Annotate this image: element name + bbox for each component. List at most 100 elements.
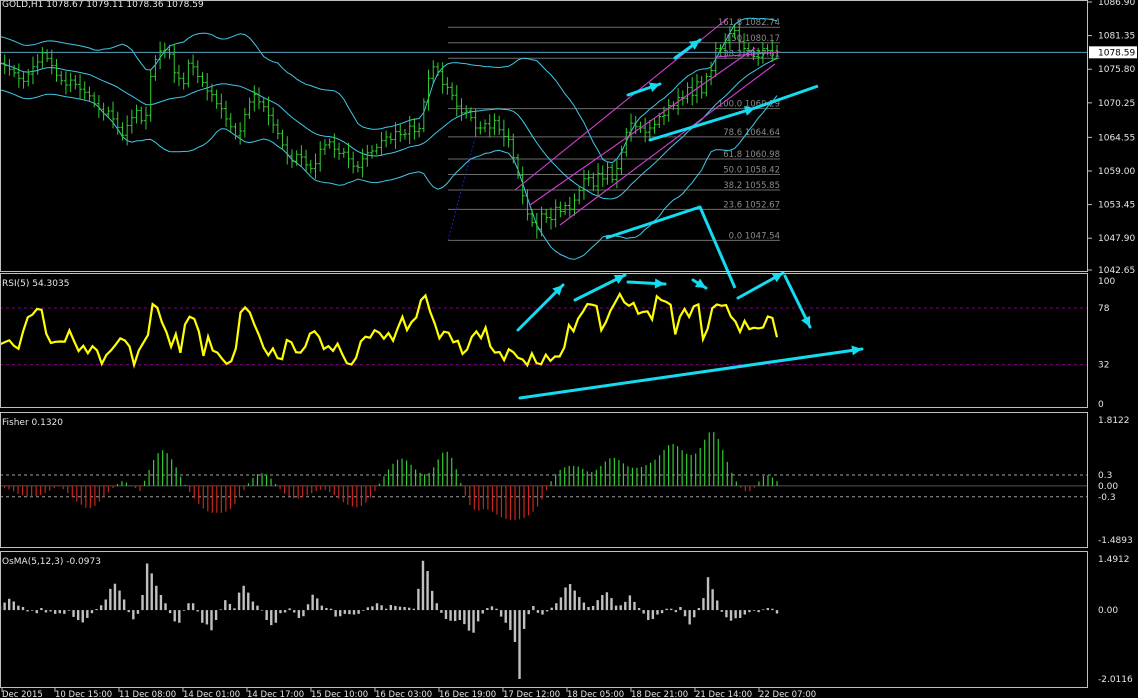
osma-bar [633,601,636,611]
rsi-axis-tick-label: 0 [1098,400,1104,410]
osma-bar [522,610,526,629]
osma-bar [145,563,149,611]
osma-bar [7,598,11,611]
osma-bar [757,610,760,613]
time-axis-tick-label: 14 Dec 01:00 [183,690,240,698]
osma-bar [651,610,655,619]
time-axis-tick-label: 16 Dec 03:00 [375,690,432,698]
osma-bar [86,610,89,618]
time-axis-tick-label: 15 Dec 10:00 [311,690,368,698]
price-axis-tick-label: 1047.90 [1098,234,1135,244]
osma-bar [118,590,121,611]
osma-bar [660,610,664,614]
osma-bar [293,610,296,613]
osma-bar [325,608,328,611]
osma-bar [532,605,535,611]
osma-bar [113,583,117,611]
osma-bar [288,608,291,611]
rsi-panel-title: RSI(5) 54.3035 [2,279,69,289]
current-price-tag-text: 1078.59 [1098,48,1135,58]
osma-bar [375,603,379,611]
osma-bar [444,610,448,619]
osma-bar [385,608,388,611]
osma-bar [458,610,461,621]
osma-bar [136,610,140,614]
osma-bar [30,610,34,611]
osma-bar [58,610,61,614]
osma-bar [624,601,627,611]
osma-bar [44,610,48,613]
osma-bar [394,605,397,611]
osma-bar [109,588,112,611]
osma-bar [320,605,324,611]
price-axis-tick-label: 1053.45 [1098,201,1135,211]
osma-bar [711,589,714,611]
osma-panel-title: OsMA(5,12,3) -0.0973 [2,557,101,567]
fisher-axis-tick-label: -0.3 [1098,493,1116,503]
fisher-axis-tick-label: 0.3 [1098,471,1112,481]
osma-bar [343,610,347,614]
osma-bar [426,571,429,611]
osma-bar [748,610,751,613]
osma-bar [752,610,756,611]
osma-bar [380,605,383,611]
time-axis-tick-label: 18 Dec 05:00 [567,690,624,698]
osma-bar [605,592,609,611]
rsi-axis-tick-label: 78 [1098,304,1110,314]
osma-bar [729,610,733,621]
osma-bar [357,610,360,614]
osma-bar [762,609,765,611]
osma-bar [201,610,204,623]
osma-bar [403,607,406,611]
osma-bar [775,610,779,614]
osma-bar [495,608,498,611]
osma-bar [647,610,650,621]
osma-bar [247,592,250,611]
osma-bar [702,598,705,611]
osma-bar [398,606,402,611]
time-axis-tick-label: 21 Dec 14:00 [695,690,752,698]
osma-bar [766,608,770,611]
price-axis-tick-label: 1042.65 [1098,266,1135,276]
osma-bar [734,610,737,619]
osma-bar [196,610,199,612]
osma-bar [509,610,512,630]
osma-bar [182,610,186,611]
osma-bar [173,610,176,622]
osma-bar [720,610,724,612]
fisher-panel-title: Fisher 0.1320 [2,418,63,428]
time-axis-tick-label: 11 Dec 08:00 [119,690,176,698]
fib-level-label: 0.0 1047.54 [729,231,780,241]
osma-bar [578,597,581,611]
osma-bar [90,610,94,614]
fisher-axis-tick-label: 1.8122 [1098,416,1130,426]
osma-bar [674,610,678,613]
osma-bar [260,610,264,611]
fisher-axis-tick-label: -1.4893 [1098,536,1133,546]
osma-bar [389,604,392,611]
osma-bar [417,588,420,611]
price-axis-tick-label: 1059.00 [1098,167,1135,177]
time-axis-tick-label: 18 Dec 21:00 [631,690,688,698]
osma-bar [72,610,75,617]
osma-bar [771,608,774,611]
fib-level-label: 61.8 1060.98 [723,150,780,160]
osma-bar [587,607,590,611]
osma-bar [132,610,135,620]
osma-bar [127,610,130,613]
time-axis-tick-label: Dec 2015 [2,690,43,698]
osma-bar [435,603,438,611]
fib-level-label: 23.6 1052.67 [723,200,780,210]
osma-bar [499,610,503,617]
osma-bar [283,610,287,613]
time-axis-tick-label: 16 Dec 19:00 [439,690,496,698]
osma-bar [329,608,333,611]
osma-bar [679,607,682,611]
osma-bar [642,610,645,614]
rsi-axis-tick-label: 100 [1098,277,1115,287]
osma-bar [637,608,641,611]
fib-level-label: 78.6 1064.64 [723,128,780,138]
osma-bar [476,610,480,622]
price-axis-tick-label: 1075.80 [1098,65,1135,75]
osma-bar [334,610,337,617]
